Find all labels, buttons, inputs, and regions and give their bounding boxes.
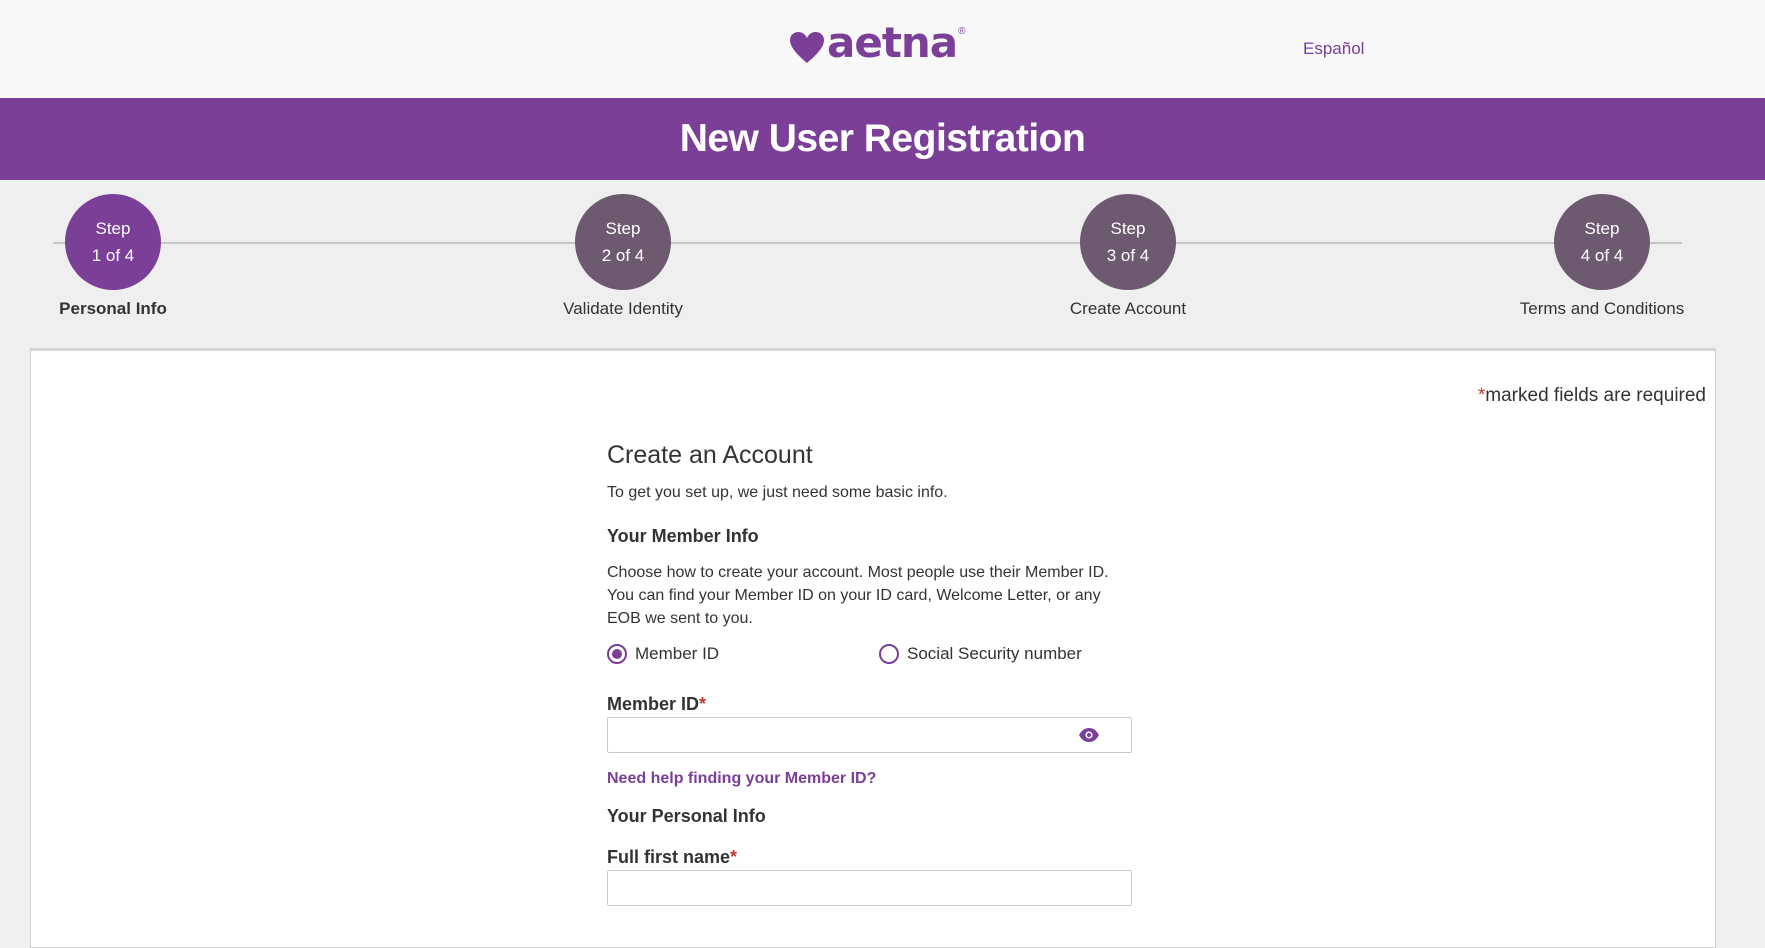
step-label: Personal Info	[59, 299, 167, 318]
step-count: 3 of 4	[1106, 246, 1150, 265]
member-id-help-link[interactable]: Need help finding your Member ID?	[607, 770, 876, 788]
step-terms-and-conditions: Step 4 of 4 Terms and Conditions	[1502, 194, 1702, 319]
aetna-logo[interactable]: aetna ®	[789, 22, 966, 70]
step-count: 2 of 4	[601, 246, 645, 265]
heart-icon	[790, 32, 824, 63]
personal-info-heading: Your Personal Info	[607, 806, 766, 826]
create-account-form: Create an Account To get you set up, we …	[607, 441, 1132, 906]
member-id-label: Member ID*	[607, 694, 1132, 715]
step-count: 4 of 4	[1580, 246, 1624, 265]
step-circle: Step 3 of 4	[1080, 194, 1176, 290]
radio-unselected-icon[interactable]	[879, 644, 899, 664]
step-word: Step	[1584, 219, 1620, 238]
stepper-line	[53, 242, 1682, 244]
page-banner: New User Registration	[0, 98, 1765, 180]
language-link-espanol[interactable]: Español	[1303, 39, 1364, 59]
progress-stepper: Step 1 of 4 Personal Info Step 2 of 4 Va…	[0, 180, 1765, 348]
step-create-account: Step 3 of 4 Create Account	[1028, 194, 1228, 319]
radio-member-id[interactable]: Member ID	[607, 644, 719, 664]
step-personal-info: Step 1 of 4 Personal Info	[13, 194, 213, 319]
step-circle: Step 1 of 4	[65, 194, 161, 290]
required-star: *	[730, 847, 738, 867]
step-circle: Step 4 of 4	[1554, 194, 1650, 290]
step-word: Step	[95, 219, 131, 238]
first-name-field	[607, 870, 1132, 906]
required-star: *	[699, 694, 707, 714]
id-type-radio-group: Member ID Social Security number	[607, 644, 1132, 672]
step-circle: Step 2 of 4	[575, 194, 671, 290]
member-id-label-text: Member ID	[607, 694, 700, 714]
member-info-heading: Your Member Info	[607, 526, 759, 546]
step-validate-identity: Step 2 of 4 Validate Identity	[523, 194, 723, 319]
radio-label: Social Security number	[907, 644, 1082, 663]
required-fields-note: *marked fields are required	[1478, 385, 1706, 407]
step-count: 1 of 4	[91, 246, 135, 265]
member-info-description: Choose how to create your account. Most …	[607, 564, 1109, 627]
eye-icon[interactable]	[1078, 727, 1100, 743]
logo-wordmark: aetna	[827, 18, 958, 67]
top-header: aetna ® Español	[0, 0, 1765, 98]
first-name-input[interactable]	[607, 870, 1132, 906]
first-name-label: Full first name*	[607, 847, 1132, 868]
first-name-label-text: Full first name	[607, 847, 731, 867]
step-word: Step	[1110, 219, 1146, 238]
member-id-field	[607, 717, 1132, 753]
radio-selected-icon[interactable]	[607, 644, 627, 664]
step-label: Terms and Conditions	[1519, 299, 1685, 318]
step-word: Step	[605, 219, 641, 238]
radio-label: Member ID	[635, 644, 720, 663]
step-label: Create Account	[1069, 299, 1187, 318]
member-id-input[interactable]	[607, 717, 1132, 753]
form-title: Create an Account	[607, 441, 813, 469]
radio-social-security-number[interactable]: Social Security number	[879, 644, 1082, 664]
registration-card: *marked fields are required Create an Ac…	[30, 348, 1716, 948]
form-intro: To get you set up, we just need some bas…	[607, 484, 948, 501]
registered-mark: ®	[958, 25, 966, 37]
step-label: Validate Identity	[563, 299, 683, 318]
required-note-text: marked fields are required	[1485, 385, 1706, 406]
page-title: New User Registration	[679, 117, 1086, 160]
